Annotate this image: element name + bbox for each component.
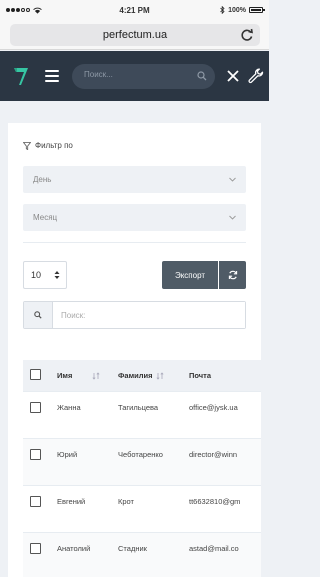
status-time: 4:21 PM [119,5,150,15]
column-label: Имя [57,371,73,380]
header-search-input[interactable] [84,70,184,79]
filter-title: Фильтр по [35,141,73,150]
refresh-button[interactable] [219,261,246,289]
app-header [0,51,269,101]
signal-group [6,7,42,14]
search-addon [24,302,53,328]
table-row[interactable]: Евгений Крот tt6632810@gm [23,485,261,532]
table-search[interactable] [23,301,246,329]
reload-icon[interactable] [240,28,254,42]
day-select[interactable]: День [23,166,246,193]
cell-last-name: Тагильцева [118,403,159,412]
day-select-value: День [33,175,52,184]
row-checkbox[interactable] [30,449,41,460]
logo-icon[interactable] [13,66,29,86]
table-row[interactable]: Жанна Тагильцева office@jysk.ua [23,391,261,438]
wrench-icon[interactable] [248,68,264,84]
row-checkbox[interactable] [30,402,41,413]
column-email[interactable]: Почта [189,371,261,380]
cell-last-name: Стадник [118,544,147,553]
cell-last-name: Крот [118,497,134,506]
month-select-value: Месяц [33,213,58,222]
content-card: Фильтр по День Месяц 10 Экспорт Имя Фами… [8,123,261,577]
chevron-down-icon [229,215,236,220]
cell-first-name: Евгений [57,497,86,506]
signal-icon [6,8,30,12]
cell-first-name: Юрий [57,450,78,459]
filter-icon [23,141,31,150]
address-bar[interactable]: perfectum.ua [10,24,260,46]
search-icon [34,311,42,319]
battery-percent: 100% [228,6,246,14]
page-size-value: 10 [31,270,42,280]
sort-icon [156,371,164,380]
cell-first-name: Жанна [57,403,81,412]
cell-email: director@winn [189,450,238,459]
status-right: 100% [220,6,265,14]
export-button[interactable]: Экспорт [162,261,218,289]
cell-last-name: Чеботаренко [118,450,163,459]
filter-heading: Фильтр по [23,141,73,150]
select-all-checkbox[interactable] [30,369,41,380]
cell-email: astad@mail.co [189,544,239,553]
table-search-input[interactable] [53,302,245,328]
table-row[interactable]: Юрий Чеботаренко director@winn [23,438,261,485]
cell-email: tt6632810@gm [189,497,241,506]
battery-icon [249,7,265,13]
search-icon[interactable] [197,71,207,81]
close-icon[interactable] [227,70,239,82]
row-checkbox[interactable] [30,543,41,554]
column-last-name[interactable]: Фамилия [118,371,164,380]
table-row[interactable]: Анатолий Стадник astad@mail.co [23,532,261,577]
cell-first-name: Анатолий [57,544,91,553]
column-label: Почта [189,371,211,380]
sort-icon [92,371,100,380]
table-header: Имя Фамилия Почта [23,360,261,391]
spinner-arrows-icon [54,271,60,279]
chevron-down-icon [229,177,236,182]
data-table: Имя Фамилия Почта Жанна Тагильцева offic… [23,360,261,577]
status-bar: 4:21 PM 100% [0,0,269,20]
header-search[interactable] [72,64,215,89]
menu-icon[interactable] [45,70,59,82]
page-size-select[interactable]: 10 [23,261,67,289]
browser-bar: perfectum.ua [0,20,269,50]
month-select[interactable]: Месяц [23,204,246,231]
wifi-icon [33,7,42,14]
cell-email: office@jysk.ua [189,403,238,412]
column-label: Фамилия [118,371,153,380]
row-checkbox[interactable] [30,496,41,507]
refresh-icon [228,270,237,280]
column-first-name[interactable]: Имя [57,371,100,380]
divider [23,242,246,243]
bluetooth-icon [220,6,225,14]
url-text: perfectum.ua [102,29,168,41]
